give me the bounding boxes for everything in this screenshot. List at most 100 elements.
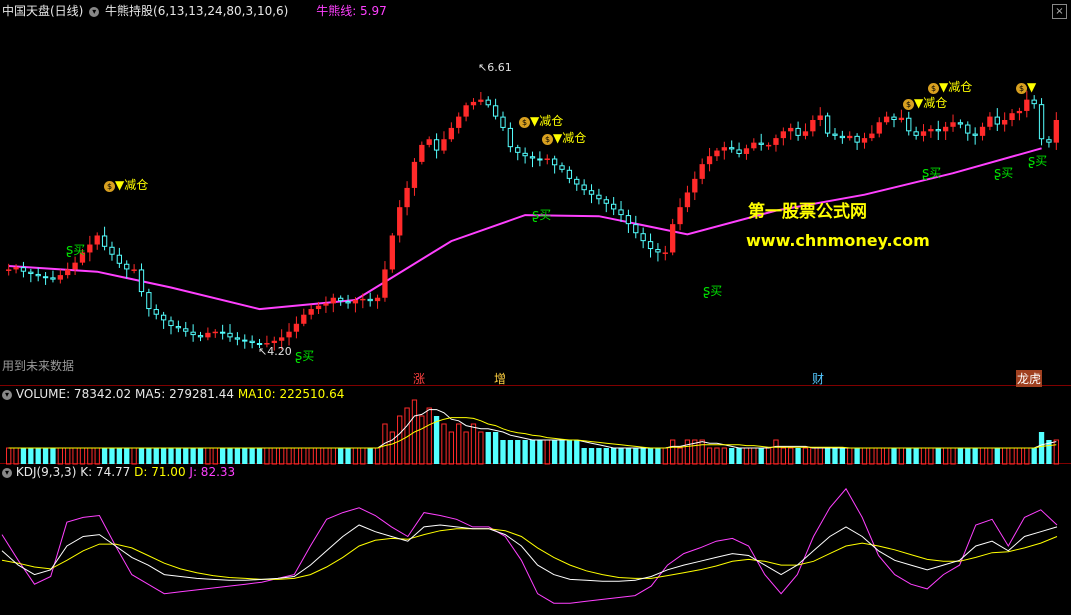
reduce-signal-5: $ ▼减仓 (928, 78, 972, 95)
candle-body (138, 269, 145, 293)
volume-bar (507, 440, 514, 464)
candle-body (898, 117, 905, 120)
close-icon[interactable]: × (1052, 4, 1067, 19)
candle-body (662, 252, 668, 254)
stock-chart[interactable] (0, 0, 1071, 615)
candle-body (788, 127, 794, 132)
candle-body (345, 301, 351, 304)
buy-signal-5: ʂ买 (922, 165, 942, 181)
volume-bar (500, 440, 506, 464)
candle-body (574, 178, 580, 185)
candle-body (57, 275, 63, 280)
candle-body (323, 303, 329, 306)
candle-body (279, 337, 285, 341)
volume-bar (485, 432, 491, 464)
volume-bar (101, 448, 108, 464)
candle-body (419, 144, 425, 162)
volume-bar (124, 448, 130, 464)
volume-bar (647, 448, 654, 464)
volume-bar (28, 448, 34, 464)
kdj-settings-icon[interactable]: ▾ (2, 467, 12, 478)
candle-body (1024, 99, 1030, 111)
candle-body (817, 115, 823, 120)
kdj-k: K: 74.77 (80, 465, 131, 479)
reduce-signal-2: $ ▼减仓 (519, 112, 563, 129)
money-bag-icon: $ (1016, 83, 1027, 94)
candle-body (729, 147, 735, 150)
volume-bar (610, 448, 617, 464)
candle-body (544, 158, 550, 160)
money-bag-icon: $ (928, 83, 939, 94)
candle-body (603, 199, 609, 204)
candle-body (684, 192, 691, 208)
candle-body (6, 269, 12, 271)
chart-background (0, 0, 1071, 615)
candle-body (153, 309, 159, 315)
candle-body (426, 139, 432, 145)
high-price-label: ↖6.61 (478, 61, 512, 74)
candle-body (35, 273, 41, 277)
candle-body (212, 331, 218, 334)
money-bag-icon: $ (519, 117, 530, 128)
candle-body (994, 116, 1000, 125)
candle-body (1016, 110, 1023, 114)
candle-body (301, 314, 307, 324)
candle-body (65, 269, 71, 276)
marker-limit-up[interactable]: 涨 (413, 370, 425, 387)
volume-bar (537, 440, 543, 464)
reduce-signal-1: $ ▼减仓 (104, 176, 148, 193)
buy-signal-6: ʂ买 (994, 165, 1014, 181)
candle-body (87, 244, 93, 253)
volume-bar (588, 448, 595, 464)
ma-line-value: 牛熊线: 5.97 (316, 4, 387, 18)
volume-settings-icon[interactable]: ▾ (2, 389, 12, 400)
candle-body (124, 263, 130, 270)
candle-body (13, 267, 19, 270)
volume-bar (227, 448, 233, 464)
volume-bar (522, 440, 528, 464)
marker-increase[interactable]: 增 (494, 370, 506, 387)
volume-bar (168, 448, 174, 464)
volume-bar (160, 448, 167, 464)
volume-bar (515, 440, 521, 464)
candle-body (581, 184, 587, 191)
candle-body (20, 267, 27, 272)
volume-bar (603, 448, 609, 464)
candle-body (714, 150, 720, 157)
candle-body (168, 320, 174, 327)
volume-bar (596, 448, 602, 464)
buy-signal-7: ʂ买 (1028, 153, 1048, 169)
volume-bar (957, 448, 964, 464)
money-bag-icon: $ (542, 134, 553, 145)
candle-body (389, 235, 395, 270)
volume-bar (559, 440, 565, 464)
volume-bar (492, 432, 499, 464)
marker-finance[interactable]: 财 (812, 370, 824, 387)
candle-body (308, 309, 314, 315)
candle-body (271, 340, 277, 344)
candle-body (441, 139, 447, 151)
candle-body (1031, 99, 1037, 105)
candle-body (146, 292, 152, 310)
candle-body (773, 138, 779, 145)
marker-dragon-tiger[interactable]: 龙虎 (1016, 370, 1043, 387)
candle-body (234, 337, 241, 340)
candle-body (692, 178, 698, 193)
candle-body (802, 131, 809, 136)
candle-body (758, 142, 764, 145)
candle-body (551, 158, 558, 166)
candle-body (1046, 139, 1052, 143)
settings-icon[interactable]: ▾ (89, 6, 100, 17)
watermark-url: www.chnmoney.com (746, 231, 930, 250)
candle-body (242, 339, 248, 342)
buy-signal-3: ʂ买 (532, 207, 552, 223)
candle-body (847, 135, 853, 139)
candle-body (670, 224, 676, 253)
money-bag-icon: $ (903, 99, 914, 110)
main-header: 中国天盘(日线) ▾ 牛熊持股(6,13,13,24,80,3,10,6) 牛熊… (2, 3, 387, 19)
candle-body (352, 300, 359, 304)
candle-body (891, 116, 897, 121)
candle-body (928, 129, 934, 132)
candle-body (219, 331, 226, 334)
low-price-label: ↖4.20 (258, 345, 292, 358)
